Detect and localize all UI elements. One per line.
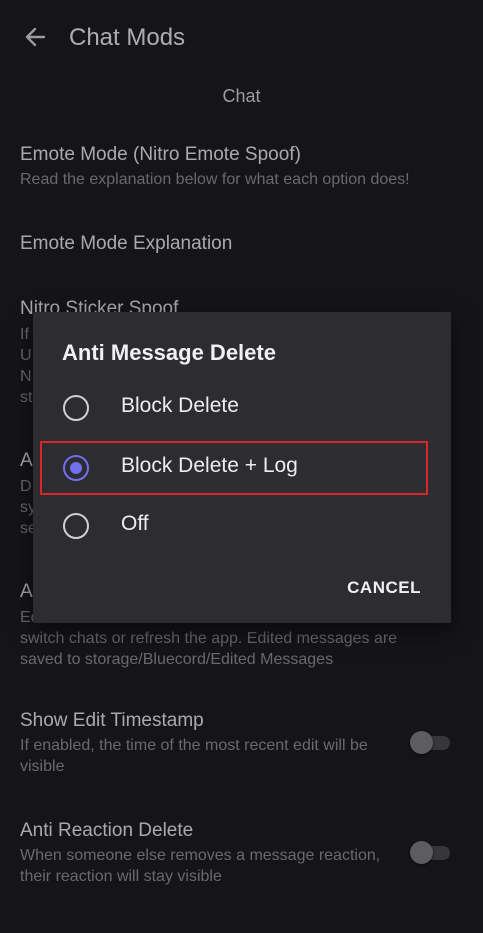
option-block-delete[interactable]: Block Delete [33, 381, 451, 433]
option-off[interactable]: Off [33, 499, 451, 551]
option-block-delete-log[interactable]: Block Delete + Log [33, 441, 451, 493]
radio-unchecked-icon[interactable] [63, 395, 89, 421]
anti-message-delete-dialog: Anti Message Delete Block Delete Block D… [33, 312, 451, 623]
app-screen: Chat Mods Chat Emote Mode (Nitro Emote S… [0, 0, 483, 933]
radio-checked-icon[interactable] [63, 455, 89, 481]
cancel-button[interactable]: CANCEL [347, 578, 421, 598]
radio-unchecked-icon[interactable] [63, 513, 89, 539]
option-label: Block Delete [121, 394, 239, 417]
option-label: Block Delete + Log [121, 454, 298, 477]
dialog-title: Anti Message Delete [62, 340, 276, 365]
option-label: Off [121, 512, 149, 535]
